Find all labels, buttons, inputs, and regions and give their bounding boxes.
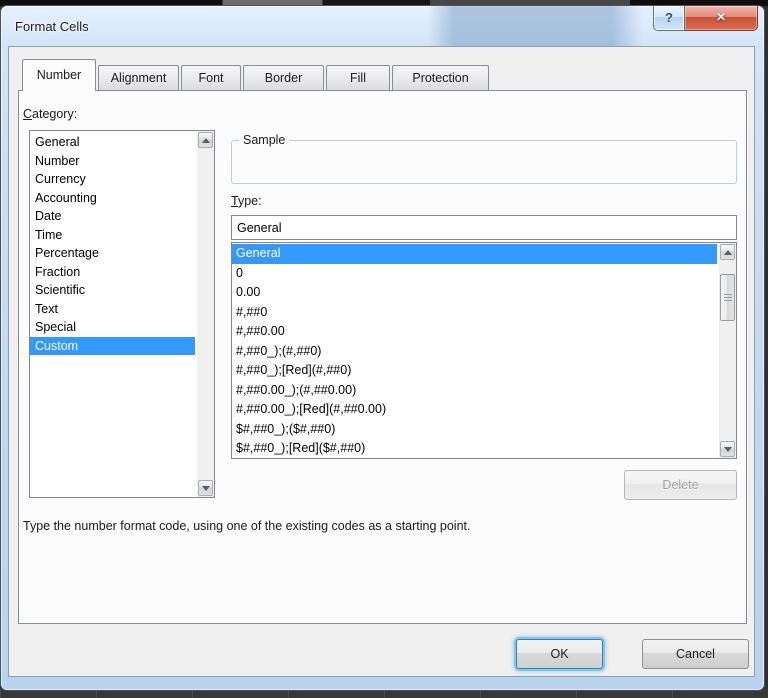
scroll-up-icon (723, 249, 732, 255)
tab-font[interactable]: Font (181, 65, 241, 90)
scroll-up-button[interactable] (720, 244, 735, 260)
hint-text: Type the number format code, using one o… (23, 519, 471, 533)
scroll-down-button[interactable] (198, 480, 213, 496)
category-item[interactable]: Date (30, 207, 195, 226)
help-button[interactable]: ? (653, 6, 685, 31)
dialog-client-area: Number Alignment Font Border Fill Protec… (8, 46, 755, 677)
category-item[interactable]: General (30, 133, 195, 152)
format-cells-dialog: Format Cells ? ✕ Number Alignment Font B… (0, 5, 765, 691)
scrollbar-thumb[interactable] (720, 274, 735, 321)
type-item[interactable]: 0 (232, 264, 717, 284)
type-item[interactable]: $#,##0_);[Red]($#,##0) (232, 439, 717, 458)
category-item[interactable]: Time (30, 226, 195, 245)
close-icon: ✕ (715, 10, 727, 24)
type-item[interactable]: #,##0.00 (232, 322, 717, 342)
close-button[interactable]: ✕ (685, 6, 758, 31)
sample-group-label: Sample (239, 133, 290, 147)
scroll-down-icon (723, 446, 732, 452)
category-label-rest: ategory: (32, 107, 78, 121)
type-input[interactable] (231, 215, 737, 240)
scroll-down-icon (201, 485, 210, 491)
type-list-scrollbar[interactable] (719, 243, 736, 458)
tab-fill[interactable]: Fill (326, 65, 390, 90)
delete-button: Delete (624, 470, 737, 500)
type-label: Type: (231, 194, 262, 208)
type-item[interactable]: #,##0.00_);[Red](#,##0.00) (232, 400, 717, 420)
type-item[interactable]: 0.00 (232, 283, 717, 303)
type-label-rest: ype: (237, 194, 262, 208)
category-item[interactable]: Accounting (30, 189, 195, 208)
sample-group (231, 140, 737, 184)
category-item[interactable]: Currency (30, 170, 195, 189)
tab-alignment[interactable]: Alignment (98, 65, 179, 90)
type-format-list[interactable]: General 0 0.00 #,##0 #,##0.00 #,##0_);(#… (231, 242, 737, 459)
category-label-accel: C (23, 107, 33, 121)
tab-number[interactable]: Number (22, 59, 96, 91)
tab-protection[interactable]: Protection (392, 65, 489, 90)
category-scrollbar[interactable] (197, 131, 214, 497)
category-item[interactable]: Fraction (30, 263, 195, 282)
category-item[interactable]: Special (30, 318, 195, 337)
scroll-up-icon (201, 137, 210, 143)
tab-border[interactable]: Border (243, 65, 324, 90)
type-item[interactable]: #,##0_);[Red](#,##0) (232, 361, 717, 381)
category-item[interactable]: Percentage (30, 244, 195, 263)
type-item[interactable]: $#,##0_);($#,##0) (232, 420, 717, 440)
type-item[interactable]: #,##0.00_);(#,##0.00) (232, 381, 717, 401)
category-item-selected[interactable]: Custom (30, 336, 195, 355)
dialog-title: Format Cells (15, 19, 89, 34)
type-item-selected[interactable]: General (232, 244, 717, 264)
category-list[interactable]: General Number Currency Accounting Date … (29, 130, 215, 498)
cancel-button[interactable]: Cancel (642, 639, 749, 669)
category-label: Category: (23, 107, 77, 121)
number-tab-panel: Category: General Number Currency Accoun… (18, 90, 747, 624)
category-item[interactable]: Text (30, 300, 195, 319)
scroll-down-button[interactable] (720, 441, 735, 457)
type-item[interactable]: #,##0 (232, 303, 717, 323)
window-buttons: ? ✕ (653, 6, 758, 31)
help-icon: ? (665, 10, 673, 25)
category-item[interactable]: Scientific (30, 281, 195, 300)
type-item[interactable]: #,##0_);(#,##0) (232, 342, 717, 362)
type-label-accel: T (231, 194, 238, 208)
ok-button[interactable]: OK (516, 639, 603, 669)
scroll-up-button[interactable] (198, 132, 213, 148)
category-item[interactable]: Number (30, 152, 195, 171)
titlebar[interactable]: Format Cells (1, 6, 764, 46)
